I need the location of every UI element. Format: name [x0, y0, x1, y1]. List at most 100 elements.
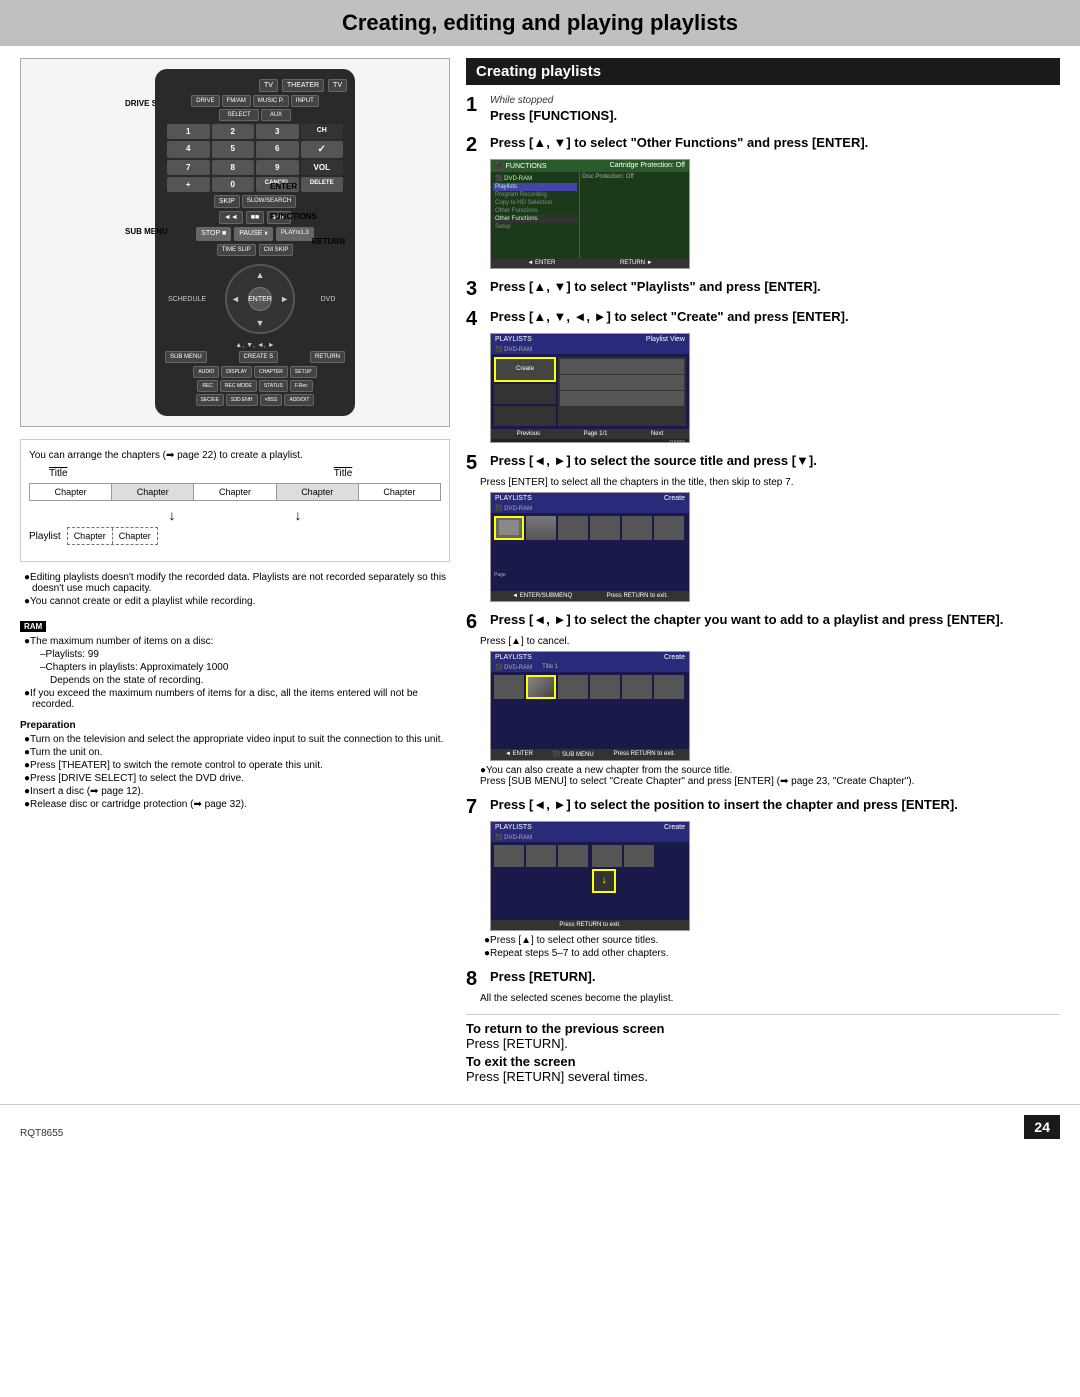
step-7-note-0: ●Press [▲] to select other source titles…: [480, 935, 1060, 946]
btn-plus[interactable]: +: [167, 177, 210, 192]
frec-button[interactable]: F.Rec: [290, 380, 313, 392]
setup-button[interactable]: SETUP: [290, 366, 317, 378]
btn-0[interactable]: 0: [212, 177, 255, 192]
fmam-button[interactable]: FM/AM: [222, 95, 251, 107]
btn-9[interactable]: 9: [256, 160, 299, 175]
screen6-thumb3: [558, 675, 588, 699]
chapter-box-5: Chapter: [359, 484, 440, 500]
page-title: Creating, editing and playing playlists: [0, 10, 1080, 36]
screen5-create: Create: [664, 495, 685, 502]
screen6-thumb4: [590, 675, 620, 699]
secee-button[interactable]: SEC/EE: [196, 394, 224, 406]
audio-button[interactable]: AUDIO: [193, 366, 219, 378]
btn-1[interactable]: 1: [167, 124, 210, 139]
forward-button[interactable]: ■■: [246, 211, 264, 224]
btn-check[interactable]: ✓: [301, 141, 344, 158]
number-grid: 1 2 3 CH 4 5 6 ✓ 7 8 9 VOL + 0 C: [167, 124, 343, 192]
btn-8[interactable]: 8: [212, 160, 255, 175]
nav-down-arrow[interactable]: ▼: [256, 318, 265, 328]
tv2-button[interactable]: TV: [328, 79, 347, 92]
screen4-empty2: [494, 406, 556, 426]
step-1-sub: While stopped: [490, 95, 1060, 106]
screen2-menu-playlists: Playlists: [493, 183, 577, 191]
display-button[interactable]: DISPLAY: [221, 366, 252, 378]
time-slip-button[interactable]: TIME SLIP: [217, 244, 256, 256]
step-7-screen: PLAYLISTS Create ⬛ DVD-RAM: [490, 821, 690, 931]
preparation-title: Preparation: [20, 720, 450, 731]
btn-4[interactable]: 4: [167, 141, 210, 158]
schedule-label: SCHEDULE: [167, 296, 207, 303]
cm-skip-button[interactable]: CM SKIP: [259, 244, 294, 256]
screen6-thumb5: [622, 675, 652, 699]
screen7-top-thumb2: [526, 845, 556, 867]
step-2: 2 Press [▲, ▼] to select "Other Function…: [466, 135, 1060, 269]
btn-delete[interactable]: DELETE: [301, 177, 344, 192]
step-7-note-1: ●Repeat steps 5–7 to add other chapters.: [480, 948, 1060, 959]
enter-button[interactable]: ENTER: [248, 287, 272, 311]
exit-note: Press [RETURN] several times.: [466, 1069, 648, 1084]
btn-7[interactable]: 7: [167, 160, 210, 175]
select-button[interactable]: SELECT: [219, 109, 259, 121]
step-5-number: 5: [466, 453, 484, 473]
screen7-return-label: Press RETURN to exit.: [559, 922, 620, 928]
step-7-number: 7: [466, 797, 484, 817]
step-7-text: Press [◄, ►] to select the position to i…: [490, 797, 1060, 814]
screen7-dvdram: ⬛ DVD-RAM: [495, 835, 532, 841]
nav-circle[interactable]: ▲ ▼ ◄ ► ENTER: [225, 264, 295, 334]
status-button[interactable]: STATUS: [259, 380, 288, 392]
btn-5[interactable]: 5: [212, 141, 255, 158]
screen5-page: Page: [494, 572, 506, 578]
step-2-screen: ⬛ FUNCTIONS Cartridge Protection: Off ⬛ …: [490, 159, 690, 269]
pause-button[interactable]: PAUSE ⏸: [234, 227, 273, 241]
chapter-button[interactable]: CHAPTER: [254, 366, 288, 378]
nav-right-arrow[interactable]: ►: [280, 294, 289, 304]
ram-note-4: ●If you exceed the maximum numbers of it…: [20, 688, 450, 710]
aux-button[interactable]: AUX: [261, 109, 291, 121]
sub-menu-button[interactable]: SUB MENU: [165, 351, 207, 363]
adddit-button[interactable]: ADD/DIT: [284, 394, 314, 406]
screen2-menu-setup: Setup: [493, 223, 577, 231]
musicp-button[interactable]: MUSIC P.: [253, 95, 289, 107]
input-button[interactable]: INPUT: [291, 95, 319, 107]
screen2-menu-other-selected: Other Functions: [493, 215, 577, 223]
footer-notes: To return to the previous screen Press […: [466, 1014, 1060, 1084]
theater-button[interactable]: THEATER: [282, 79, 324, 92]
btn-6[interactable]: 6: [256, 141, 299, 158]
bss-button[interactable]: ×BSS: [260, 394, 283, 406]
step-4-screen: PLAYLISTS Playlist View ⬛ DVD-RAM Create: [490, 333, 690, 443]
step-1: 1 While stopped Press [FUNCTIONS].: [466, 95, 1060, 125]
play-button[interactable]: PLAY/x1.3: [276, 227, 314, 241]
screen6-thumb6: [654, 675, 684, 699]
screen4-previous: Previous: [517, 431, 540, 437]
rec-mode-button[interactable]: REC MODE: [220, 380, 257, 392]
screen6-return-label: Press RETURN to exit.: [614, 751, 675, 758]
model-code: RQT8655: [20, 1128, 63, 1139]
page-number: 24: [1024, 1115, 1060, 1139]
tv-button[interactable]: TV: [259, 79, 278, 92]
rewind-button[interactable]: ◄◄: [219, 211, 243, 224]
create-button[interactable]: CREATE S: [239, 351, 279, 363]
nav-left-arrow[interactable]: ◄: [231, 294, 240, 304]
s3d-button[interactable]: S3D.ENH: [226, 394, 258, 406]
drive-button[interactable]: DRIVE: [191, 95, 219, 107]
diagram-note: You can arrange the chapters (➡ page 22)…: [29, 450, 441, 461]
btn-ch[interactable]: CH: [301, 124, 344, 139]
editing-notes: ●Editing playlists doesn't modify the re…: [20, 572, 450, 607]
step-6-screen: PLAYLISTS Create ⬛ DVD-RAM Title 1: [490, 651, 690, 761]
chapter-diagram: You can arrange the chapters (➡ page 22)…: [20, 439, 450, 562]
stop-button[interactable]: STOP ■: [196, 227, 231, 241]
step-8: 8 Press [RETURN]. All the selected scene…: [466, 969, 1060, 1004]
rec-button[interactable]: REC: [197, 380, 218, 392]
title-row: Title Title: [29, 467, 441, 479]
btn-2[interactable]: 2: [212, 124, 255, 139]
return-button[interactable]: RETURN: [310, 351, 345, 363]
sub-menu-outside-label: SUB MENU: [125, 227, 168, 236]
step-4-text: Press [▲, ▼, ◄, ►] to select "Create" an…: [490, 309, 1060, 326]
step-2-text: Press [▲, ▼] to select "Other Functions"…: [490, 135, 1060, 152]
skip-button[interactable]: SKIP: [214, 195, 240, 208]
page-footer: RQT8655 24: [0, 1104, 1080, 1149]
screen4-qa555: QA555: [669, 440, 685, 443]
slow-search-button[interactable]: SLOW/SEARCH: [242, 195, 296, 208]
nav-up-arrow[interactable]: ▲: [256, 270, 265, 280]
btn-3[interactable]: 3: [256, 124, 299, 139]
